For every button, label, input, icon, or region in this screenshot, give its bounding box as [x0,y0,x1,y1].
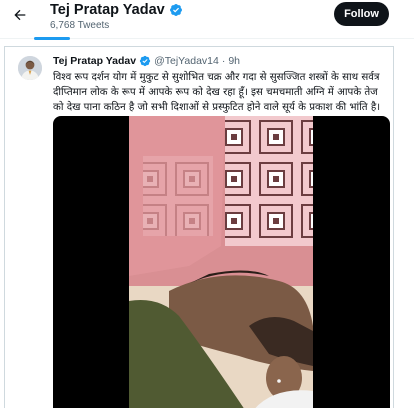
author-handle[interactable]: @TejYadav14 [154,55,219,67]
meta-separator: · [221,55,226,67]
video-thumbnail [129,116,313,408]
tweet-timestamp[interactable]: 9h [228,55,240,67]
avatar-image [18,56,42,80]
avatar[interactable] [18,56,42,80]
tweet-card[interactable]: Tej Pratap Yadav @TejYadav14 · 9h विश्व … [4,46,394,408]
header-name-row: Tej Pratap Yadav [50,2,183,18]
active-tab-indicator [34,37,70,40]
header-title-block: Tej Pratap Yadav 6,768 Tweets [50,2,183,32]
header-name: Tej Pratap Yadav [50,2,165,18]
follow-button[interactable]: Follow [334,2,389,26]
author-name[interactable]: Tej Pratap Yadav [53,55,136,67]
verified-badge-icon [169,4,182,16]
arrow-left-icon [14,9,26,21]
verified-badge [139,55,151,67]
tweet-media[interactable] [53,116,390,408]
video-frame[interactable] [129,116,313,408]
profile-header: Tej Pratap Yadav 6,768 Tweets Follow [0,0,414,34]
tweet-header: Tej Pratap Yadav @TejYadav14 · 9h [53,55,240,67]
verified-badge-icon [139,55,151,67]
tweet-text: विश्व रूप दर्शन योग में मुकुट से सुशोभित… [53,72,381,113]
back-button[interactable] [9,4,31,26]
tweet-count: 6,768 Tweets [50,20,110,31]
